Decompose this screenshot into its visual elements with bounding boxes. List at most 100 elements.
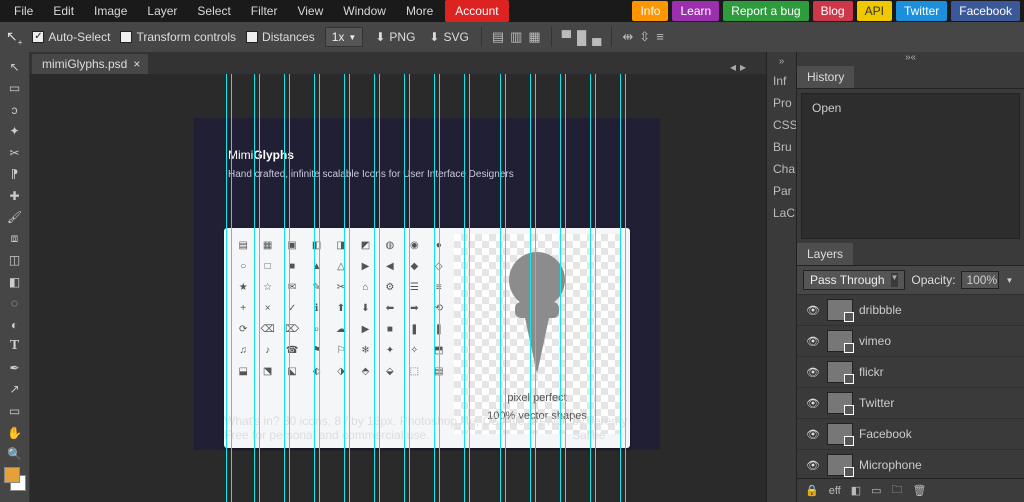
new-folder-icon[interactable]: 🗀 — [892, 481, 903, 500]
panel-tab-layer-comps[interactable]: LaC — [767, 202, 796, 224]
eye-icon[interactable]: 👁 — [805, 459, 821, 472]
heal-tool[interactable]: ✚ — [2, 185, 28, 207]
eye-icon[interactable]: 👁 — [805, 304, 821, 317]
hand-tool[interactable]: ✋ — [2, 422, 28, 444]
zoom-select[interactable]: 1x▼ — [325, 27, 364, 47]
link-info[interactable]: Info — [632, 1, 668, 21]
color-swatches[interactable] — [2, 465, 28, 498]
menu-image[interactable]: Image — [84, 0, 137, 22]
menu-edit[interactable]: Edit — [43, 0, 84, 22]
collapse-left-icon[interactable]: »« — [797, 52, 1024, 66]
path-tool[interactable]: ↗ — [2, 379, 28, 401]
history-item-open[interactable]: Open — [806, 98, 1015, 118]
document-tab[interactable]: mimiGlyphs.psd × — [32, 54, 148, 74]
menu-window[interactable]: Window — [333, 0, 396, 22]
align-group-horizontal: ▤ ▥ ▦ — [492, 29, 541, 45]
zoom-tool[interactable]: 🔍 — [2, 443, 28, 465]
fx-button[interactable]: eff — [829, 485, 841, 497]
wand-tool[interactable]: ✦ — [2, 121, 28, 143]
link-report-bug[interactable]: Report a bug — [723, 1, 808, 21]
mask-button-icon[interactable]: ◧ — [851, 484, 861, 497]
chevron-down-icon[interactable]: ▼ — [1005, 276, 1013, 285]
glyph-icon: ⬚ — [407, 366, 421, 377]
scroll-tabs-left[interactable]: ◂ — [730, 60, 736, 74]
layer-row[interactable]: 👁vimeo — [797, 325, 1024, 356]
eye-icon[interactable]: 👁 — [805, 335, 821, 348]
scroll-tabs-right[interactable]: ▸ — [740, 60, 746, 74]
glyph-icon: ▶ — [358, 261, 372, 272]
layer-row[interactable]: 👁Twitter — [797, 387, 1024, 418]
align-bottom-icon[interactable]: ▄ — [592, 30, 601, 45]
dodge-tool[interactable]: ◐ — [2, 314, 28, 336]
menu-file[interactable]: File — [4, 0, 43, 22]
glyph-icon: ℹ — [309, 303, 323, 314]
close-tab-icon[interactable]: × — [133, 57, 140, 71]
foreground-color[interactable] — [4, 467, 20, 483]
layer-row[interactable]: 👁dribbble — [797, 294, 1024, 325]
blur-tool[interactable]: ◌ — [2, 293, 28, 315]
layers-panel-tab[interactable]: Layers — [797, 243, 853, 265]
shape-tool[interactable]: ▭ — [2, 400, 28, 422]
eye-icon[interactable]: 👁 — [805, 397, 821, 410]
panel-tab-properties[interactable]: Pro — [767, 92, 796, 114]
auto-select-checkbox[interactable]: ✓Auto-Select — [32, 30, 110, 44]
layer-row[interactable]: 👁Microphone — [797, 449, 1024, 478]
export-png-button[interactable]: ⬇PNG — [373, 28, 417, 46]
distribute-h-icon[interactable]: ⇹ — [622, 29, 633, 45]
pen-tool[interactable]: ✒ — [2, 357, 28, 379]
transform-controls-checkbox[interactable]: Transform controls — [120, 30, 236, 44]
align-center-h-icon[interactable]: ▥ — [510, 29, 522, 45]
menu-more[interactable]: More — [396, 0, 443, 22]
layer-thumbnail — [827, 454, 853, 476]
panel-tab-paragraph[interactable]: Par — [767, 180, 796, 202]
stamp-tool[interactable]: ⧈ — [2, 228, 28, 250]
panel-tab-info[interactable]: Inf — [767, 70, 796, 92]
align-right-icon[interactable]: ▦ — [528, 29, 540, 45]
menu-select[interactable]: Select — [187, 0, 240, 22]
distribute-v-icon[interactable]: ⇳ — [639, 29, 650, 45]
menu-account[interactable]: Account — [445, 0, 508, 22]
panel-tab-character[interactable]: Cha — [767, 158, 796, 180]
link-api[interactable]: API — [857, 1, 892, 21]
link-blog[interactable]: Blog — [813, 1, 853, 21]
lock-layer-icon[interactable]: 🔒 — [805, 484, 819, 497]
eye-icon[interactable]: 👁 — [805, 366, 821, 379]
canvas[interactable]: MimiGlyphs Hand crafted, infinite scalab… — [30, 74, 766, 502]
panel-tab-brush[interactable]: Bru — [767, 136, 796, 158]
link-facebook[interactable]: Facebook — [951, 1, 1020, 21]
export-svg-button[interactable]: ⬇SVG — [427, 28, 470, 46]
align-left-icon[interactable]: ▤ — [492, 29, 504, 45]
delete-layer-icon[interactable]: 🗑 — [913, 484, 927, 497]
layer-row[interactable]: 👁Facebook — [797, 418, 1024, 449]
eraser-tool[interactable]: ◫ — [2, 250, 28, 272]
move-tool[interactable]: ↖ — [2, 56, 28, 78]
marquee-tool[interactable]: ▭ — [2, 78, 28, 100]
gradient-tool[interactable]: ◧ — [2, 271, 28, 293]
collapse-right-icon[interactable]: » — [767, 56, 796, 70]
link-learn[interactable]: Learn — [672, 1, 719, 21]
menu-view[interactable]: View — [287, 0, 333, 22]
brush-tool[interactable]: 🖌 — [2, 207, 28, 229]
layer-row[interactable]: 👁flickr — [797, 356, 1024, 387]
distances-checkbox[interactable]: Distances — [246, 30, 315, 44]
divider — [481, 27, 482, 47]
history-panel-tab[interactable]: History — [797, 66, 854, 88]
link-twitter[interactable]: Twitter — [896, 1, 947, 21]
menu-layer[interactable]: Layer — [137, 0, 187, 22]
glyph-icon: ◧ — [309, 240, 323, 251]
lasso-tool[interactable]: ɔ — [2, 99, 28, 121]
opacity-input[interactable]: 100% — [961, 271, 999, 289]
new-adjustment-icon[interactable]: ▭ — [871, 484, 881, 497]
menu-filter[interactable]: Filter — [241, 0, 288, 22]
eye-icon[interactable]: 👁 — [805, 428, 821, 441]
glyph-icon: ▤ — [236, 240, 250, 251]
panel-tab-css[interactable]: CSS — [767, 114, 796, 136]
align-middle-icon[interactable]: █ — [577, 30, 586, 45]
align-top-icon[interactable]: ▀ — [562, 30, 571, 45]
blend-mode-value: Pass Through — [810, 273, 885, 287]
eyedropper-tool[interactable]: ⁋ — [2, 164, 28, 186]
crop-tool[interactable]: ✂ — [2, 142, 28, 164]
blend-mode-select[interactable]: Pass Through▼ — [803, 270, 905, 290]
equal-gaps-icon[interactable]: ≡ — [656, 29, 664, 45]
type-tool[interactable]: T — [2, 336, 28, 358]
